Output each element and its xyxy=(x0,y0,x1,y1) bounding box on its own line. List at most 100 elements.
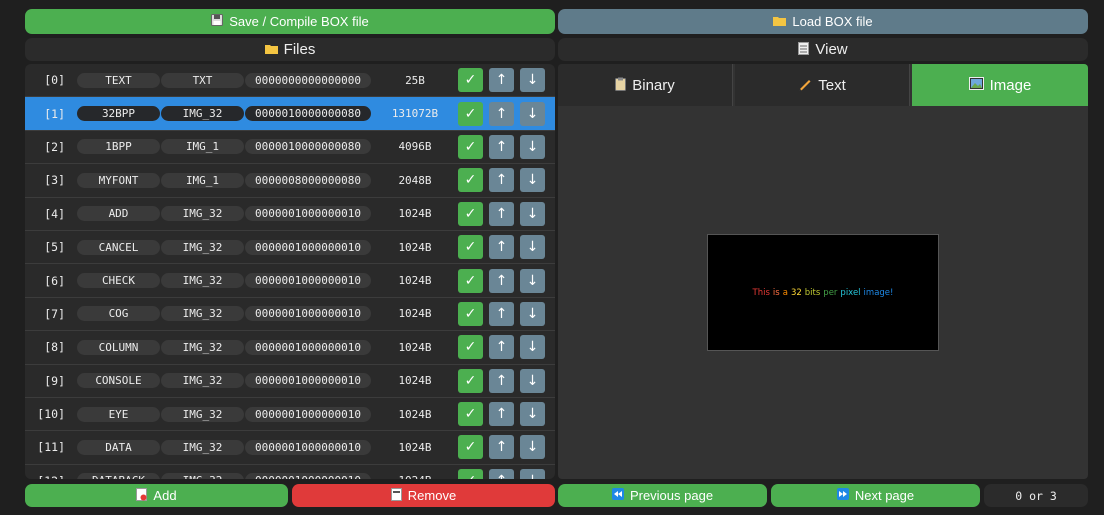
file-size: 1024B xyxy=(398,340,432,354)
move-up-button[interactable]: ↑ xyxy=(489,468,514,479)
move-down-button[interactable]: ↓ xyxy=(520,101,545,126)
preview-caption: This is a 32 bits per pixel image! xyxy=(753,288,894,298)
file-size: 1024B xyxy=(398,207,432,221)
file-row[interactable]: [11] DATA IMG_32 0000001000000010 1024B ✓ ↑ ↓ xyxy=(25,431,555,465)
preview-word: per xyxy=(823,287,838,298)
check-button[interactable]: ✓ xyxy=(458,201,483,226)
tab-image-label: Image xyxy=(989,76,1032,94)
file-size: 131072B xyxy=(391,107,439,121)
file-offset: 0000001000000010 xyxy=(245,239,371,255)
move-down-button[interactable]: ↓ xyxy=(520,235,545,260)
file-type: TXT xyxy=(161,72,244,88)
file-type: IMG_32 xyxy=(161,406,244,422)
move-up-button[interactable]: ↑ xyxy=(489,435,514,460)
check-button[interactable]: ✓ xyxy=(458,435,483,460)
previous-page-button[interactable]: Previous page xyxy=(558,484,767,507)
move-up-button[interactable]: ↑ xyxy=(489,201,514,226)
check-button[interactable]: ✓ xyxy=(458,134,483,159)
file-type: IMG_1 xyxy=(161,139,244,155)
move-down-button[interactable]: ↓ xyxy=(520,335,545,360)
check-button[interactable]: ✓ xyxy=(458,168,483,193)
file-name: COG xyxy=(77,306,160,322)
file-row[interactable]: [5] CANCEL IMG_32 0000001000000010 1024B ✓ ↑ ↓ xyxy=(25,231,555,265)
file-row[interactable]: [2] 1BPP IMG_1 0000010000000080 4096B ✓ ↑ ↓ xyxy=(25,131,555,165)
file-row[interactable]: [7] COG IMG_32 0000001000000010 1024B ✓ ↑ ↓ xyxy=(25,298,555,332)
move-up-button[interactable]: ↑ xyxy=(489,168,514,193)
check-button[interactable]: ✓ xyxy=(458,468,483,479)
file-name: DATABACK xyxy=(77,473,160,479)
move-down-button[interactable]: ↓ xyxy=(520,468,545,479)
remove-button[interactable]: Remove xyxy=(292,484,555,507)
file-row[interactable]: [9] CONSOLE IMG_32 0000001000000010 1024B ✓ ↑ ↓ xyxy=(25,365,555,398)
file-row[interactable]: [4] ADD IMG_32 0000001000000010 1024B ✓ ↑ ↓ xyxy=(25,198,555,231)
check-button[interactable]: ✓ xyxy=(458,368,483,393)
file-size: 1024B xyxy=(398,407,432,421)
move-down-button[interactable]: ↓ xyxy=(520,402,545,427)
file-name: CANCEL xyxy=(77,239,160,255)
preview-word: This xyxy=(752,287,770,298)
file-type: IMG_32 xyxy=(161,206,244,222)
next-page-label: Next page xyxy=(854,488,915,503)
file-index: [8] xyxy=(44,340,65,355)
preview-word: 32 xyxy=(790,287,802,298)
move-down-button[interactable]: ↓ xyxy=(520,435,545,460)
remove-file-icon xyxy=(390,487,402,504)
file-name: MYFONT xyxy=(77,172,160,188)
file-list: [0] TEXT TXT 0000000000000000 25B ✓ ↑ ↓ [1] 32BPP… xyxy=(25,64,555,479)
move-down-button[interactable]: ↓ xyxy=(520,268,545,293)
add-button[interactable]: Add xyxy=(25,484,288,507)
move-up-button[interactable]: ↑ xyxy=(489,301,514,326)
file-index: [3] xyxy=(44,173,65,188)
file-size: 1024B xyxy=(398,374,432,388)
preview-word: image! xyxy=(863,287,894,298)
check-button[interactable]: ✓ xyxy=(458,68,483,93)
tab-binary[interactable]: Binary xyxy=(558,64,733,106)
move-up-button[interactable]: ↑ xyxy=(489,335,514,360)
clipboard-icon xyxy=(615,77,627,94)
file-offset: 0000001000000010 xyxy=(245,273,371,289)
move-up-button[interactable]: ↑ xyxy=(489,68,514,93)
move-down-button[interactable]: ↓ xyxy=(520,368,545,393)
file-offset: 0000001000000010 xyxy=(245,406,371,422)
move-down-button[interactable]: ↓ xyxy=(520,134,545,159)
check-button[interactable]: ✓ xyxy=(458,235,483,260)
move-down-button[interactable]: ↓ xyxy=(520,201,545,226)
move-up-button[interactable]: ↑ xyxy=(489,402,514,427)
move-up-button[interactable]: ↑ xyxy=(489,268,514,293)
tab-text[interactable]: Text xyxy=(735,64,910,106)
file-row[interactable]: [8] COLUMN IMG_32 0000001000000010 1024B ✓ ↑ ↓ xyxy=(25,331,555,365)
file-size: 25B xyxy=(405,73,425,87)
move-down-button[interactable]: ↓ xyxy=(520,68,545,93)
previous-page-label: Previous page xyxy=(629,488,714,503)
file-row[interactable]: [0] TEXT TXT 0000000000000000 25B ✓ ↑ ↓ xyxy=(25,64,555,98)
move-down-button[interactable]: ↓ xyxy=(520,168,545,193)
file-row[interactable]: [1] 32BPP IMG_32 0000010000000080 131072B ✓ ↑ ↓ xyxy=(25,97,555,131)
check-button[interactable]: ✓ xyxy=(458,101,483,126)
preview-word: is xyxy=(772,287,780,298)
file-name: 32BPP xyxy=(77,106,160,122)
move-up-button[interactable]: ↑ xyxy=(489,101,514,126)
check-button[interactable]: ✓ xyxy=(458,335,483,360)
move-up-button[interactable]: ↑ xyxy=(489,235,514,260)
load-box-label: Load BOX file xyxy=(792,14,873,29)
remove-label: Remove xyxy=(407,488,457,503)
save-compile-button[interactable]: Save / Compile BOX file xyxy=(25,9,555,34)
load-box-button[interactable]: Load BOX file xyxy=(558,9,1088,34)
file-index: [1] xyxy=(44,106,65,121)
file-row[interactable]: [3] MYFONT IMG_1 0000008000000080 2048B ✓ ↑ ↓ xyxy=(25,164,555,198)
add-label: Add xyxy=(153,488,177,503)
move-down-button[interactable]: ↓ xyxy=(520,301,545,326)
file-size: 1024B xyxy=(398,440,432,454)
file-row[interactable]: [6] CHECK IMG_32 0000001000000010 1024B ✓ ↑ ↓ xyxy=(25,264,555,298)
file-index: [4] xyxy=(44,206,65,221)
move-up-button[interactable]: ↑ xyxy=(489,134,514,159)
check-button[interactable]: ✓ xyxy=(458,268,483,293)
check-button[interactable]: ✓ xyxy=(458,402,483,427)
tab-image[interactable]: Image xyxy=(912,64,1088,106)
file-row[interactable]: [10] EYE IMG_32 0000001000000010 1024B ✓ ↑ ↓ xyxy=(25,398,555,432)
check-button[interactable]: ✓ xyxy=(458,301,483,326)
move-up-button[interactable]: ↑ xyxy=(489,368,514,393)
file-size: 1024B xyxy=(398,274,432,288)
next-page-button[interactable]: Next page xyxy=(771,484,980,507)
file-row[interactable]: [12]DATABACKIMG_3200000010000000101024B✓… xyxy=(25,465,555,479)
